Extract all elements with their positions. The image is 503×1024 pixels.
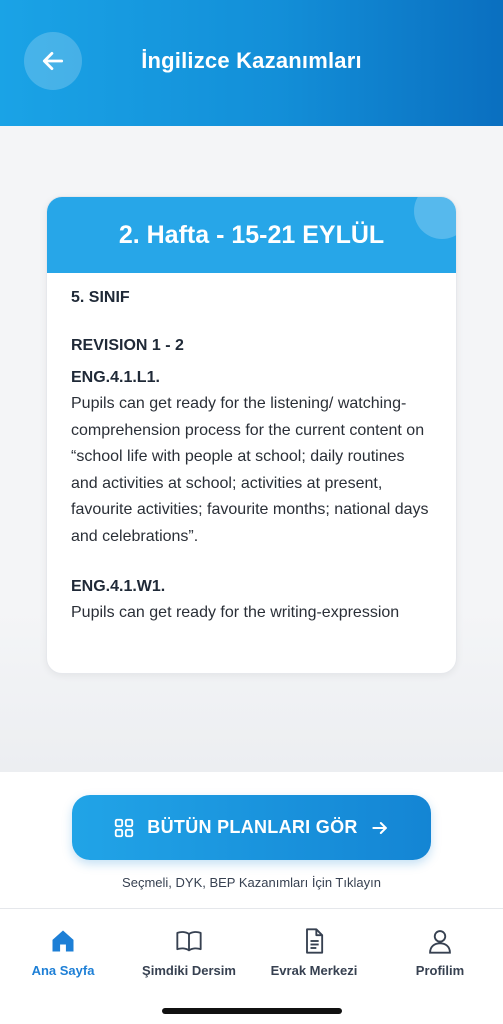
week-outcomes-card[interactable]: 2. Hafta - 15-21 EYLÜL 5. SINIF REVISION… [46, 196, 457, 674]
class-label: 5. SINIF [71, 289, 130, 306]
card-header: 2. Hafta - 15-21 EYLÜL [47, 197, 456, 273]
page-title: İngilizce Kazanımları [141, 48, 362, 73]
outcome-code: ENG.4.1.W1. [71, 578, 166, 595]
grid-icon [115, 818, 134, 837]
outcome-item: ENG.4.1.W1. Pupils can get ready for the… [71, 578, 432, 627]
tab-current-lesson-label: Şimdiki Dersim [142, 963, 236, 978]
document-icon [306, 928, 324, 954]
all-plans-button[interactable]: BÜTÜN PLANLARI GÖR [72, 795, 431, 860]
unit-label: REVISION 1 - 2 [71, 337, 184, 354]
home-indicator [162, 1008, 342, 1014]
bottom-tab-bar: Ana Sayfa Şimdiki Dersim Evrak Merkezi P… [0, 908, 503, 1024]
card-body[interactable]: 5. SINIF REVISION 1 - 2 ENG.4.1.L1. Pupi… [47, 273, 456, 673]
book-icon [176, 931, 202, 952]
outcome-text: Pupils can get ready for the writing-exp… [71, 604, 400, 621]
home-icon [52, 930, 74, 952]
outcome-item: ENG.4.1.L1. Pupils can get ready for the… [71, 369, 432, 550]
outcome-text: Pupils can get ready for the listening/ … [71, 395, 429, 545]
tab-home-label: Ana Sayfa [31, 963, 95, 978]
user-icon [429, 930, 451, 954]
tab-current-lesson[interactable]: Şimdiki Dersim [126, 927, 252, 978]
decorative-circle [414, 197, 456, 239]
tab-profile-label: Profilim [415, 963, 465, 978]
tab-documents-label: Evrak Merkezi [270, 963, 358, 978]
week-title: 2. Hafta - 15-21 EYLÜL [118, 220, 385, 249]
all-plans-label: BÜTÜN PLANLARI GÖR [147, 817, 358, 837]
tab-profile[interactable]: Profilim [377, 927, 503, 978]
tab-home[interactable]: Ana Sayfa [0, 927, 126, 978]
tab-documents[interactable]: Evrak Merkezi [251, 927, 377, 978]
extra-outcomes-link[interactable]: Seçmeli, DYK, BEP Kazanımları İçin Tıkla… [0, 875, 503, 890]
app-header: İngilizce Kazanımları [0, 0, 503, 126]
outcome-code: ENG.4.1.L1. [71, 369, 160, 386]
arrow-right-icon [372, 821, 387, 834]
